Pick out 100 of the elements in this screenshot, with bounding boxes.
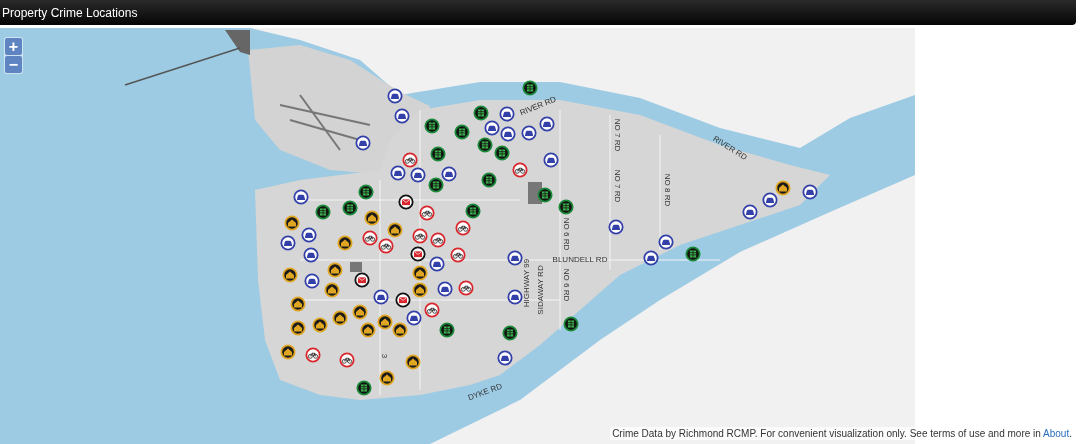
- road-label: 3: [379, 353, 389, 359]
- zoom-in-button[interactable]: +: [5, 38, 22, 55]
- building-marker-icon[interactable]: [494, 145, 510, 161]
- car-marker-icon[interactable]: [643, 250, 659, 266]
- bike-marker-icon[interactable]: [458, 280, 474, 296]
- bike-marker-icon[interactable]: [305, 347, 321, 363]
- house-marker-icon[interactable]: [327, 262, 343, 278]
- car-marker-icon[interactable]: [802, 184, 818, 200]
- car-marker-icon[interactable]: [543, 152, 559, 168]
- building-marker-icon[interactable]: [477, 137, 493, 153]
- house-marker-icon[interactable]: [405, 354, 421, 370]
- house-marker-icon[interactable]: [284, 215, 300, 231]
- house-marker-icon[interactable]: [280, 344, 296, 360]
- car-marker-icon[interactable]: [406, 310, 422, 326]
- building-marker-icon[interactable]: [685, 246, 701, 262]
- mail-marker-icon[interactable]: [398, 194, 414, 210]
- house-marker-icon[interactable]: [377, 314, 393, 330]
- car-marker-icon[interactable]: [304, 273, 320, 289]
- car-marker-icon[interactable]: [373, 289, 389, 305]
- bike-marker-icon[interactable]: [424, 302, 440, 318]
- building-marker-icon[interactable]: [342, 200, 358, 216]
- car-marker-icon[interactable]: [521, 125, 537, 141]
- car-marker-icon[interactable]: [608, 219, 624, 235]
- building-marker-icon[interactable]: [356, 380, 372, 396]
- car-marker-icon[interactable]: [355, 135, 371, 151]
- car-marker-icon[interactable]: [437, 281, 453, 297]
- car-marker-icon[interactable]: [539, 116, 555, 132]
- building-marker-icon[interactable]: [465, 203, 481, 219]
- car-marker-icon[interactable]: [500, 126, 516, 142]
- car-marker-icon[interactable]: [293, 189, 309, 205]
- building-marker-icon[interactable]: [454, 124, 470, 140]
- house-marker-icon[interactable]: [364, 210, 380, 226]
- building-marker-icon[interactable]: [522, 80, 538, 96]
- house-marker-icon[interactable]: [290, 320, 306, 336]
- road-label: NO 6 RD: [561, 217, 571, 251]
- bike-marker-icon[interactable]: [339, 352, 355, 368]
- house-marker-icon[interactable]: [332, 310, 348, 326]
- road-label: NO 6 RD: [561, 268, 571, 302]
- bike-marker-icon[interactable]: [512, 162, 528, 178]
- bike-marker-icon[interactable]: [419, 205, 435, 221]
- car-marker-icon[interactable]: [390, 165, 406, 181]
- building-marker-icon[interactable]: [430, 146, 446, 162]
- car-marker-icon[interactable]: [658, 234, 674, 250]
- car-marker-icon[interactable]: [484, 120, 500, 136]
- car-marker-icon[interactable]: [507, 250, 523, 266]
- car-marker-icon[interactable]: [303, 247, 319, 263]
- building-marker-icon[interactable]: [439, 322, 455, 338]
- bike-marker-icon[interactable]: [412, 228, 428, 244]
- bike-marker-icon[interactable]: [455, 220, 471, 236]
- road-label: HIGHWAY 99: [521, 258, 531, 308]
- road-label: NO 7 RD: [612, 118, 622, 152]
- building-marker-icon[interactable]: [537, 187, 553, 203]
- road-label: RIVER RD: [518, 94, 558, 118]
- building-marker-icon[interactable]: [358, 184, 374, 200]
- house-marker-icon[interactable]: [324, 282, 340, 298]
- zoom-out-button[interactable]: −: [5, 56, 22, 73]
- building-marker-icon[interactable]: [563, 316, 579, 332]
- building-marker-icon[interactable]: [473, 105, 489, 121]
- house-marker-icon[interactable]: [290, 296, 306, 312]
- road-label: NO 8 RD: [662, 173, 672, 207]
- mail-marker-icon[interactable]: [395, 292, 411, 308]
- car-marker-icon[interactable]: [497, 350, 513, 366]
- building-marker-icon[interactable]: [428, 177, 444, 193]
- bike-marker-icon[interactable]: [402, 152, 418, 168]
- road-label: DYKE RD: [466, 381, 504, 403]
- car-marker-icon[interactable]: [762, 192, 778, 208]
- car-marker-icon[interactable]: [429, 256, 445, 272]
- car-marker-icon[interactable]: [441, 166, 457, 182]
- house-marker-icon[interactable]: [360, 322, 376, 338]
- house-marker-icon[interactable]: [312, 317, 328, 333]
- house-marker-icon[interactable]: [412, 282, 428, 298]
- house-marker-icon[interactable]: [379, 370, 395, 386]
- building-marker-icon[interactable]: [558, 199, 574, 215]
- bike-marker-icon[interactable]: [362, 230, 378, 246]
- bike-marker-icon[interactable]: [450, 247, 466, 263]
- bike-marker-icon[interactable]: [430, 232, 446, 248]
- house-marker-icon[interactable]: [387, 222, 403, 238]
- house-marker-icon[interactable]: [412, 265, 428, 281]
- house-marker-icon[interactable]: [775, 180, 791, 196]
- car-marker-icon[interactable]: [301, 227, 317, 243]
- building-marker-icon[interactable]: [502, 325, 518, 341]
- house-marker-icon[interactable]: [282, 267, 298, 283]
- building-marker-icon[interactable]: [315, 204, 331, 220]
- car-marker-icon[interactable]: [742, 204, 758, 220]
- mail-marker-icon[interactable]: [354, 272, 370, 288]
- road-label: SIDAWAY RD: [535, 265, 545, 315]
- bike-marker-icon[interactable]: [378, 238, 394, 254]
- building-marker-icon[interactable]: [424, 118, 440, 134]
- house-marker-icon[interactable]: [352, 304, 368, 320]
- car-marker-icon[interactable]: [394, 108, 410, 124]
- car-marker-icon[interactable]: [507, 289, 523, 305]
- car-marker-icon[interactable]: [499, 106, 515, 122]
- house-marker-icon[interactable]: [337, 235, 353, 251]
- car-marker-icon[interactable]: [387, 88, 403, 104]
- car-marker-icon[interactable]: [410, 167, 426, 183]
- car-marker-icon[interactable]: [280, 235, 296, 251]
- house-marker-icon[interactable]: [392, 322, 408, 338]
- mail-marker-icon[interactable]: [410, 246, 426, 262]
- building-marker-icon[interactable]: [481, 172, 497, 188]
- road-label: NO 7 RD: [612, 169, 622, 203]
